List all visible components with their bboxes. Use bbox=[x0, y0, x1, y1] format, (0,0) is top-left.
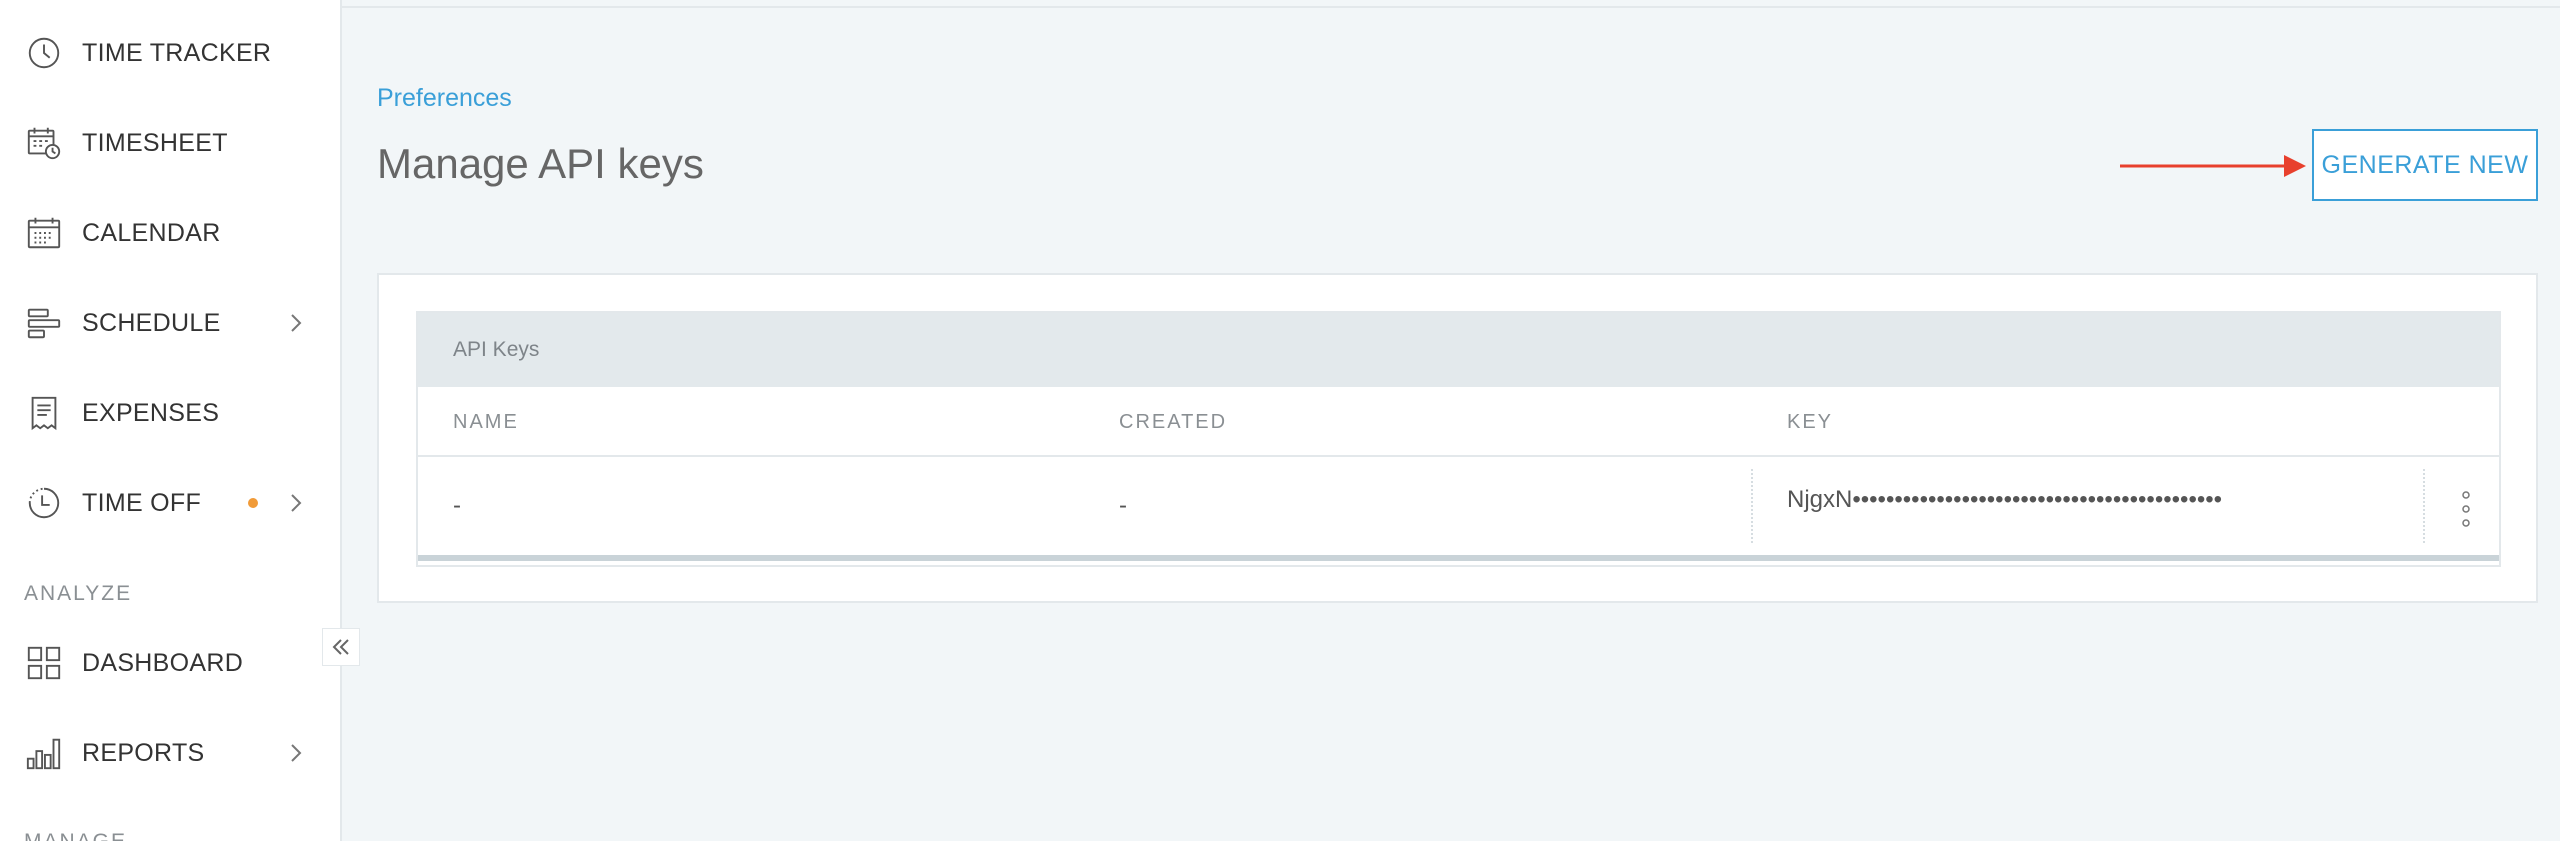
receipt-icon bbox=[24, 393, 64, 433]
api-keys-card: API Keys NAME CREATED KEY - - NjgxN•••••… bbox=[377, 273, 2538, 603]
clock-icon bbox=[24, 33, 64, 73]
sidebar-item-label: TIME TRACKER bbox=[82, 38, 272, 67]
column-header-created: CREATED bbox=[1119, 410, 1228, 433]
cell-key: NjgxN•••••••••••••••••••••••••••••••••••… bbox=[1787, 486, 2223, 513]
notification-dot bbox=[248, 498, 258, 508]
sidebar-item-label: REPORTS bbox=[82, 738, 205, 767]
kebab-menu-icon bbox=[2462, 491, 2470, 527]
sidebar-item-time-off[interactable]: TIME OFF bbox=[0, 458, 340, 548]
breadcrumb-preferences[interactable]: Preferences bbox=[377, 84, 512, 113]
table-header: NAME CREATED KEY bbox=[418, 387, 2499, 457]
schedule-icon bbox=[24, 303, 64, 343]
chevron-right-icon bbox=[286, 488, 306, 518]
collapse-sidebar-button[interactable] bbox=[322, 628, 360, 666]
row-menu-button[interactable] bbox=[2454, 487, 2478, 531]
api-keys-table: API Keys NAME CREATED KEY - - NjgxN•••••… bbox=[416, 311, 2501, 567]
table-caption: API Keys bbox=[418, 313, 2499, 387]
cell-name: - bbox=[453, 492, 461, 519]
column-header-key: KEY bbox=[1787, 410, 1834, 433]
app: TIME TRACKER TIMESHEET CALENDAR SCHEDULE bbox=[0, 0, 2560, 841]
table-row: - - NjgxN•••••••••••••••••••••••••••••••… bbox=[418, 457, 2499, 561]
column-separator bbox=[2423, 469, 2425, 543]
sidebar-item-time-tracker[interactable]: TIME TRACKER bbox=[0, 8, 340, 98]
timesheet-icon bbox=[24, 123, 64, 163]
sidebar-item-schedule[interactable]: SCHEDULE bbox=[0, 278, 340, 368]
chevron-right-icon bbox=[286, 738, 306, 768]
sidebar-item-label: SCHEDULE bbox=[82, 308, 221, 337]
chevron-right-icon bbox=[286, 308, 306, 338]
column-separator bbox=[1751, 469, 1753, 543]
sidebar-item-expenses[interactable]: EXPENSES bbox=[0, 368, 340, 458]
sidebar-item-calendar[interactable]: CALENDAR bbox=[0, 188, 340, 278]
sidebar-item-dashboard[interactable]: DASHBOARD bbox=[0, 618, 340, 708]
generate-new-button[interactable]: GENERATE NEW bbox=[2312, 129, 2538, 201]
column-header-name: NAME bbox=[453, 410, 519, 433]
sidebar-item-label: CALENDAR bbox=[82, 218, 221, 247]
dashboard-icon bbox=[24, 643, 64, 683]
sidebar-item-timesheet[interactable]: TIMESHEET bbox=[0, 98, 340, 188]
double-chevron-left-icon bbox=[332, 639, 349, 655]
sidebar-item-label: DASHBOARD bbox=[82, 648, 244, 677]
sidebar-item-label: EXPENSES bbox=[82, 398, 220, 427]
cell-created: - bbox=[1119, 492, 1127, 519]
section-label-manage: MANAGE bbox=[24, 830, 127, 841]
section-label-analyze: ANALYZE bbox=[24, 582, 133, 605]
sidebar-item-reports[interactable]: REPORTS bbox=[0, 708, 340, 798]
bar-chart-icon bbox=[24, 733, 64, 773]
page-title: Manage API keys bbox=[377, 140, 704, 187]
calendar-icon bbox=[24, 213, 64, 253]
sidebar: TIME TRACKER TIMESHEET CALENDAR SCHEDULE bbox=[0, 0, 342, 841]
top-divider bbox=[342, 6, 2560, 8]
sidebar-item-label: TIMESHEET bbox=[82, 128, 228, 157]
sidebar-item-label: TIME OFF bbox=[82, 488, 202, 517]
annotation-arrow-icon bbox=[2120, 155, 2306, 177]
time-off-icon bbox=[24, 483, 64, 523]
